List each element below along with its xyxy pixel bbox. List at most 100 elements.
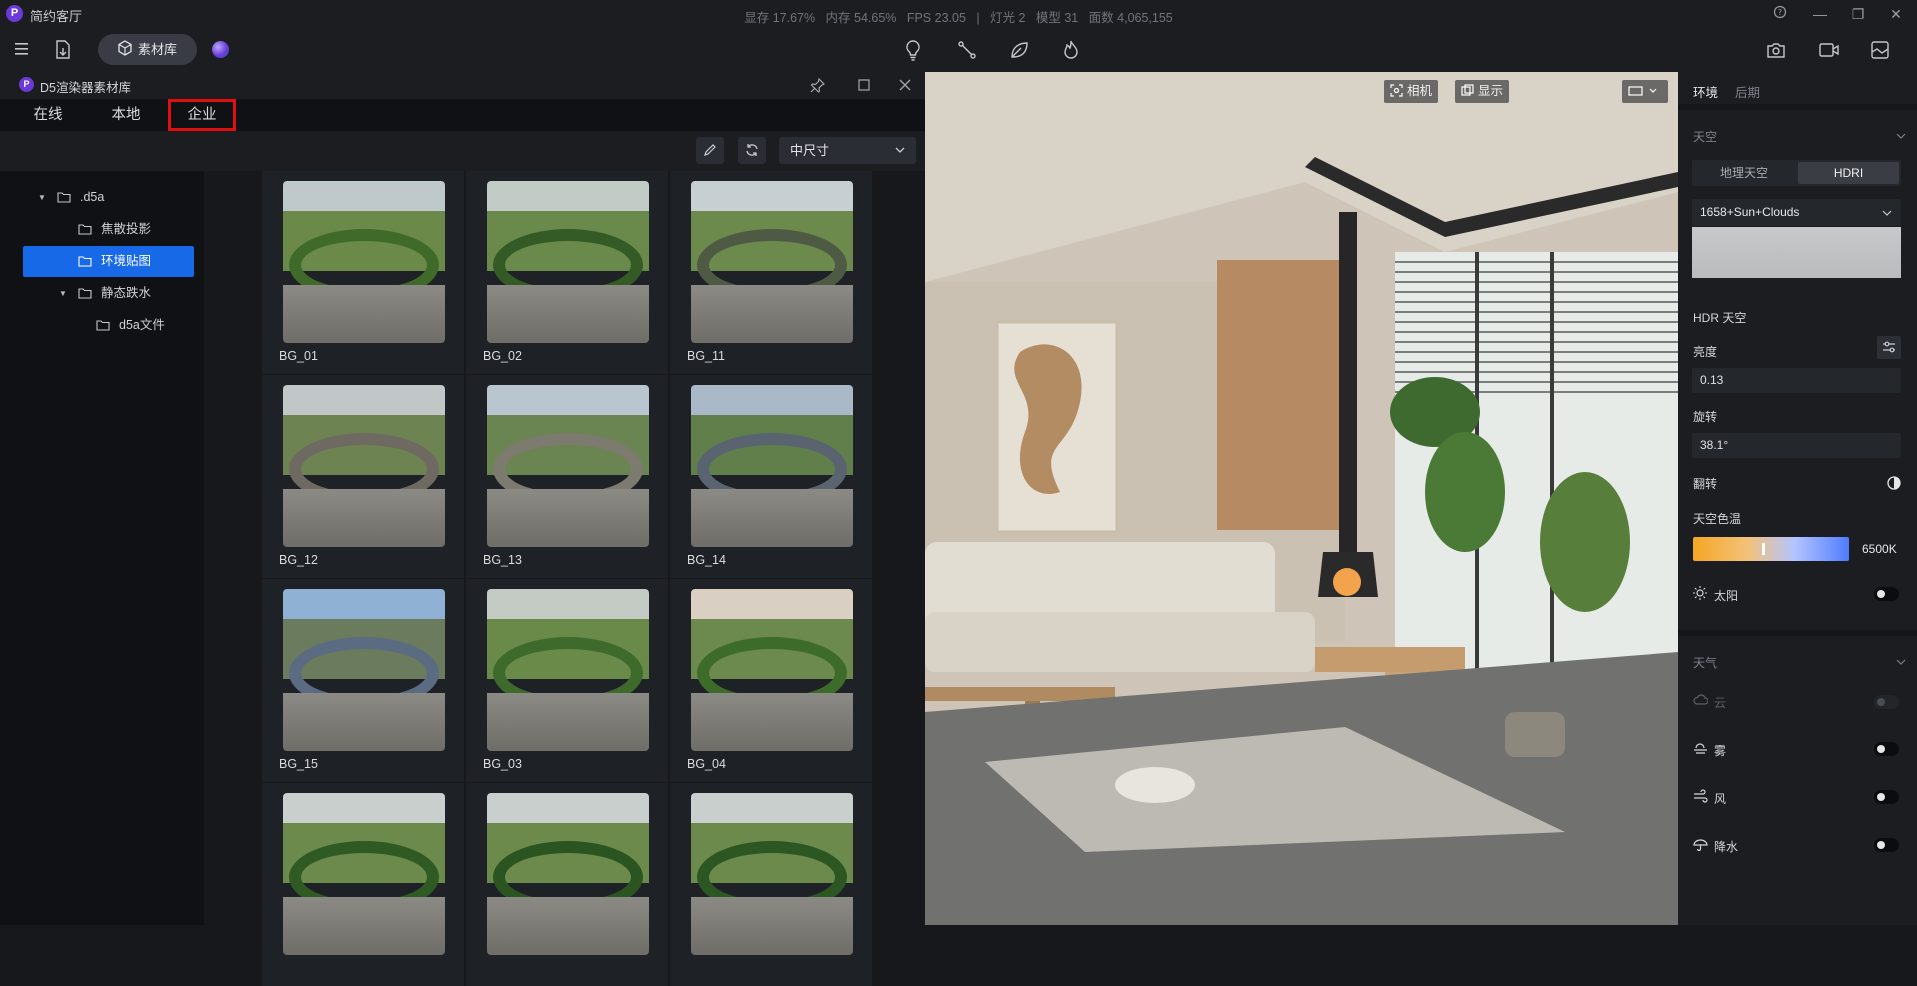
asset-thumbnail[interactable] [283,793,445,955]
color-temp-slider[interactable] [1693,537,1849,561]
fog-toggle[interactable] [1874,742,1899,756]
display-button[interactable]: 显示 [1455,80,1510,103]
asset-library-button[interactable]: 素材库 [98,34,197,65]
fog-label: 雾 [1714,744,1727,758]
asset-card[interactable]: BG_11 [670,171,872,374]
vegetation-tool-button[interactable] [1009,40,1029,63]
restore-button[interactable]: ❐ [1848,4,1868,24]
tree-item[interactable]: 环境贴图 [23,246,194,277]
asset-card[interactable]: BG_15 [262,579,464,782]
cloud-label: 云 [1714,696,1727,710]
expand-arrow-icon[interactable]: ▼ [59,278,67,309]
thumbnail-ground [283,897,445,955]
camera-frame-icon [1390,84,1403,97]
help-icon: ? [1773,5,1787,19]
refresh-button[interactable] [738,137,766,164]
expand-arrow-icon[interactable]: ▼ [38,182,46,213]
tab-environment[interactable]: 环境 [1693,82,1718,101]
asset-card[interactable]: BG_14 [670,375,872,578]
asset-card[interactable] [670,783,872,986]
camera-view-button[interactable]: 相机 [1384,80,1439,103]
asset-card[interactable]: BG_04 [670,579,872,782]
color-temp-handle[interactable] [1762,543,1765,555]
close-panel-button[interactable] [899,79,911,94]
asset-card[interactable]: BG_13 [466,375,668,578]
rotation-value: 38.1° [1700,438,1729,452]
asset-name: BG_04 [687,757,726,771]
rain-toggle[interactable] [1874,838,1899,852]
view-options-dropdown[interactable] [1622,80,1668,103]
light-tool-button[interactable] [904,39,922,64]
wind-toggle[interactable] [1874,790,1899,804]
asset-card[interactable] [466,783,668,986]
tree-item[interactable]: d5a文件 [23,310,194,341]
cloud-toggle[interactable] [1874,695,1899,709]
tab-post-processing[interactable]: 后期 [1735,82,1760,101]
asset-card[interactable]: BG_12 [262,375,464,578]
sliders-icon [1883,341,1895,353]
asset-thumbnail[interactable] [691,793,853,955]
pin-button[interactable] [810,77,826,96]
tab-divider [1678,104,1917,110]
asset-thumbnail[interactable] [487,589,649,751]
asset-name: BG_01 [279,349,318,363]
asset-card[interactable] [262,783,464,986]
flip-button[interactable] [1887,476,1901,493]
camera-icon [1767,43,1785,58]
asset-library-panel: P D5渲染器素材库 在线 本地 企业 中尺寸 ▼ .d5a 焦散投影 环境贴图 ▼ 静态… [0,72,925,986]
close-icon [899,79,911,91]
import-button[interactable] [54,40,72,63]
asset-thumbnail[interactable] [487,793,649,955]
d5-logo: P [19,77,34,92]
hdri-option[interactable]: HDRI [1798,162,1899,184]
asset-thumbnail[interactable] [487,181,649,343]
camera-capture-button[interactable] [1766,41,1786,62]
asset-thumbnail[interactable] [283,589,445,751]
tab-local[interactable]: 本地 [90,99,162,131]
sky-section-title: 天空 [1693,130,1718,144]
gallery-button[interactable] [1870,40,1890,63]
minimize-button[interactable]: — [1810,4,1830,24]
sky-collapse-button[interactable] [1896,129,1906,144]
hdri-select[interactable]: 1658+Sun+Clouds [1692,199,1901,226]
menu-button[interactable] [14,42,30,59]
asset-thumbnail[interactable] [691,385,853,547]
maximize-panel-button[interactable] [858,79,870,94]
rotation-input[interactable]: 38.1° [1692,433,1901,458]
tab-enterprise[interactable]: 企业 [168,99,236,131]
asset-thumbnail[interactable] [283,181,445,343]
size-select[interactable]: 中尺寸 [779,137,916,164]
path-tool-button[interactable] [957,40,977,63]
view-mode-icon [1628,86,1657,96]
edit-button[interactable] [696,137,724,164]
color-temp-label: 天空色温 [1693,512,1742,526]
brightness-input[interactable]: 0.13 [1692,368,1901,393]
tree-item[interactable]: 焦散投影 [23,214,194,245]
thumbnail-ground [691,897,853,955]
hdri-preview[interactable] [1692,227,1901,278]
thumbnail-ground [691,693,853,751]
weather-collapse-button[interactable] [1896,655,1906,670]
ai-orb-button[interactable] [212,41,229,58]
sun-toggle[interactable] [1874,587,1899,601]
close-window-button[interactable]: ✕ [1886,4,1906,24]
video-button[interactable] [1818,41,1840,62]
asset-card[interactable]: BG_03 [466,579,668,782]
rain-icon [1693,837,1708,852]
tree-item[interactable]: ▼ .d5a [23,182,194,213]
asset-name: BG_15 [279,757,318,771]
render-viewport[interactable]: 相机 显示 [925,72,1678,925]
lights-stat: 灯光 2 [990,11,1026,25]
asset-card[interactable]: BG_02 [466,171,668,374]
adjust-settings-button[interactable] [1877,336,1901,359]
help-button[interactable]: ? [1770,4,1790,24]
tree-item[interactable]: ▼ 静态跌水 [23,278,194,309]
asset-thumbnail[interactable] [691,181,853,343]
asset-thumbnail[interactable] [283,385,445,547]
effects-tool-button[interactable] [1062,39,1080,64]
geo-sky-option[interactable]: 地理天空 [1692,160,1796,186]
tab-online[interactable]: 在线 [12,99,84,131]
asset-card[interactable]: BG_01 [262,171,464,374]
asset-thumbnail[interactable] [487,385,649,547]
asset-thumbnail[interactable] [691,589,853,751]
